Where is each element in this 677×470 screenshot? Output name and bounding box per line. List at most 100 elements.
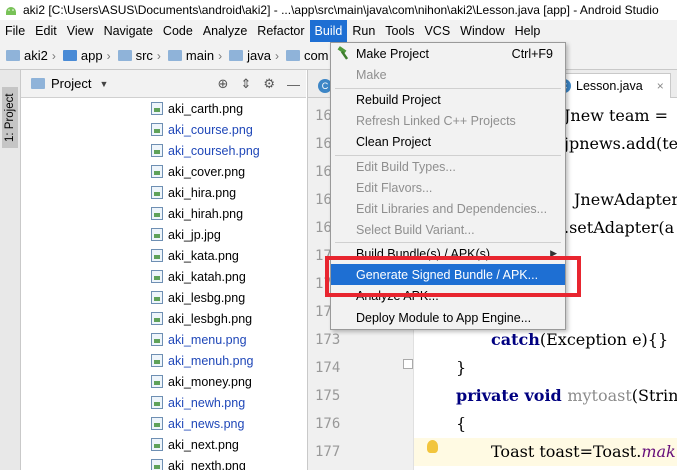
chevron-right-icon: ›: [106, 48, 111, 63]
image-file-icon: [151, 396, 163, 409]
title-bar: aki2 [C:\Users\ASUS\Documents\android\ak…: [0, 0, 677, 20]
chevron-right-icon: ›: [156, 48, 161, 63]
menu-window[interactable]: Window: [455, 20, 509, 42]
list-item[interactable]: aki_money.png: [151, 371, 252, 392]
project-tool-window-button[interactable]: 1: Project: [2, 87, 18, 148]
folder-icon: [6, 50, 20, 61]
annotation-highlight-box: [325, 256, 581, 297]
hammer-icon: [337, 46, 349, 60]
menu-code[interactable]: Code: [158, 20, 198, 42]
list-item[interactable]: aki_menuh.png: [151, 350, 253, 371]
list-item[interactable]: aki_menu.png: [151, 329, 247, 350]
list-item[interactable]: aki_course.png: [151, 119, 253, 140]
image-file-icon: [151, 228, 163, 241]
image-file-icon: [151, 123, 163, 136]
menu-item-deploy-module[interactable]: Deploy Module to App Engine...: [331, 307, 565, 328]
list-item[interactable]: aki_cover.png: [151, 161, 245, 182]
image-file-icon: [151, 165, 163, 178]
menu-item-select-build-variant[interactable]: Select Build Variant...: [331, 219, 565, 240]
menu-edit[interactable]: Edit: [30, 20, 62, 42]
menu-item-clean-project[interactable]: Clean Project: [331, 131, 565, 152]
shortcut-label: Ctrl+F9: [511, 46, 553, 61]
menu-run[interactable]: Run: [347, 20, 380, 42]
image-file-icon: [151, 291, 163, 304]
list-item[interactable]: aki_news.png: [151, 413, 244, 434]
project-view-selector[interactable]: Project: [51, 76, 91, 91]
menu-tools[interactable]: Tools: [380, 20, 419, 42]
folder-icon: [229, 50, 244, 61]
menu-item-edit-flavors[interactable]: Edit Flavors...: [331, 177, 565, 198]
image-file-icon: [151, 417, 163, 430]
project-file-tree: aki_carth.png aki_course.png aki_courseh…: [21, 98, 306, 470]
menu-navigate[interactable]: Navigate: [99, 20, 158, 42]
menu-item-edit-build-types[interactable]: Edit Build Types...: [331, 156, 565, 177]
list-item[interactable]: aki_carth.png: [151, 98, 243, 119]
chevron-right-icon: ›: [218, 48, 223, 63]
code-line: jpnews.add(te: [564, 134, 677, 153]
list-item[interactable]: aki_hira.png: [151, 182, 236, 203]
left-tool-strip: 1: Project: [0, 70, 21, 470]
image-file-icon: [151, 354, 163, 367]
menu-item-edit-libraries[interactable]: Edit Libraries and Dependencies...: [331, 198, 565, 219]
list-item[interactable]: aki_next.png: [151, 434, 239, 455]
chevron-down-icon[interactable]: ▼: [99, 79, 108, 89]
project-panel-header: Project ▼ ⊕ ⇕ ⚙ —: [21, 70, 306, 98]
menu-help[interactable]: Help: [510, 20, 546, 42]
menu-analyze[interactable]: Analyze: [198, 20, 252, 42]
menu-item-refresh-linked-cpp[interactable]: Refresh Linked C++ Projects: [331, 110, 565, 131]
menu-file[interactable]: File: [0, 20, 30, 42]
android-studio-logo-icon: [3, 2, 19, 18]
list-item[interactable]: aki_katah.png: [151, 266, 246, 287]
image-file-icon: [151, 459, 163, 470]
list-item[interactable]: aki_hirah.png: [151, 203, 243, 224]
menu-item-rebuild-project[interactable]: Rebuild Project: [331, 89, 565, 110]
image-file-icon: [151, 312, 163, 325]
image-file-icon: [151, 249, 163, 262]
image-file-icon: [151, 438, 163, 451]
code-line: JnewAdapter: [574, 190, 677, 209]
breadcrumb-item-src[interactable]: src ›: [117, 48, 166, 63]
image-file-icon: [151, 207, 163, 220]
menu-item-make[interactable]: Make: [331, 64, 565, 85]
list-item[interactable]: aki_lesbgh.png: [151, 308, 252, 329]
menu-view[interactable]: View: [62, 20, 99, 42]
code-line: }: [456, 358, 467, 377]
list-item[interactable]: aki_kata.png: [151, 245, 239, 266]
hide-panel-icon[interactable]: —: [287, 77, 300, 92]
code-line: Toast toast=Toast.mak: [491, 442, 676, 461]
folder-icon: [167, 50, 182, 61]
menu-bar: File Edit View Navigate Code Analyze Ref…: [0, 20, 677, 42]
folder-icon: [285, 50, 300, 61]
code-line: catch(Exception e){}: [491, 330, 669, 349]
image-file-icon: [151, 144, 163, 157]
breadcrumb-item-java[interactable]: java ›: [229, 48, 284, 63]
list-item[interactable]: aki_courseh.png: [151, 140, 260, 161]
image-file-icon: [151, 375, 163, 388]
gear-icon[interactable]: ⚙: [263, 76, 275, 92]
menu-vcs[interactable]: VCS: [419, 20, 455, 42]
breadcrumb-item-app[interactable]: app ›: [62, 48, 116, 63]
breadcrumb-item-aki2[interactable]: aki2 ›: [6, 48, 61, 63]
chevron-right-icon: ›: [274, 48, 279, 63]
code-line: .setAdapter(a: [564, 218, 675, 237]
code-line: Jnew team =: [564, 106, 669, 125]
menu-refactor[interactable]: Refactor: [252, 20, 309, 42]
locate-file-icon[interactable]: ⊕: [218, 76, 229, 92]
collapse-all-icon[interactable]: ⇕: [240, 76, 251, 92]
module-folder-icon: [62, 50, 77, 61]
list-item[interactable]: aki_nexth.png: [151, 455, 246, 470]
breadcrumb-item-com[interactable]: com: [285, 48, 329, 63]
folder-icon: [117, 50, 132, 61]
image-file-icon: [151, 186, 163, 199]
menu-build[interactable]: Build: [309, 20, 348, 42]
code-line: {: [456, 414, 467, 433]
list-item[interactable]: aki_newh.png: [151, 392, 245, 413]
list-item[interactable]: aki_jp.jpg: [151, 224, 221, 245]
list-item[interactable]: aki_lesbg.png: [151, 287, 245, 308]
breadcrumb-item-main[interactable]: main ›: [167, 48, 227, 63]
code-line: private void mytoast(Strin: [456, 386, 677, 405]
menu-item-make-project[interactable]: Make Project Ctrl+F9: [331, 43, 565, 64]
image-file-icon: [151, 102, 163, 115]
image-file-icon: [151, 270, 163, 283]
project-view-icon: [31, 78, 45, 89]
